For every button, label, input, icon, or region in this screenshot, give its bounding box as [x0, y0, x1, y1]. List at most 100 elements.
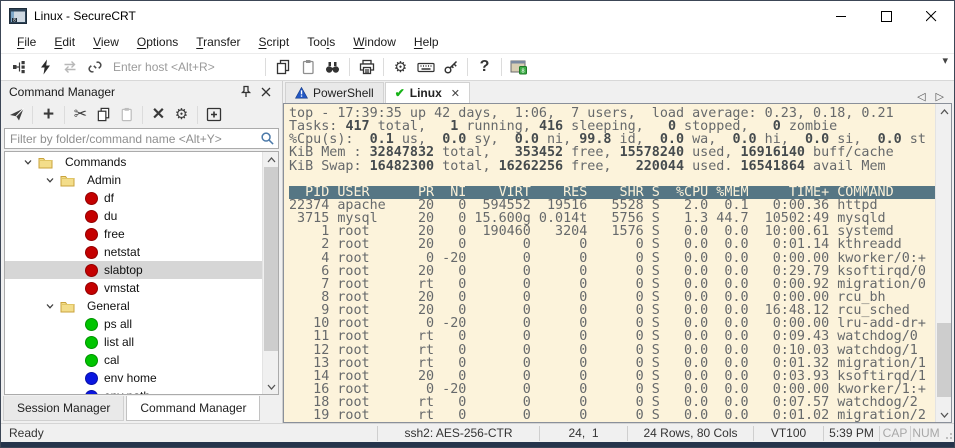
app-window: 8 Linux - SecureCRT FileEditViewOptionsT…	[0, 0, 955, 448]
tree-item-list-all[interactable]: list all	[5, 333, 262, 351]
svg-text:8: 8	[521, 68, 524, 74]
command-manager-panel: Command Manager + ✂	[1, 81, 283, 423]
host-input[interactable]	[111, 59, 261, 75]
folder-icon	[38, 156, 59, 169]
terminal-line: KiB Swap: 16482300 total, 16262256 free,…	[289, 160, 935, 173]
tree-item-env-home[interactable]: env home	[5, 369, 262, 387]
tree-item-Commands[interactable]: Commands	[5, 153, 262, 171]
menu-transfer[interactable]: Transfer	[187, 32, 249, 52]
print-icon[interactable]	[354, 56, 379, 79]
tree-item-df[interactable]: df	[5, 189, 262, 207]
tab-command-manager[interactable]: Command Manager	[126, 396, 260, 421]
tree-item-label: General	[81, 299, 130, 313]
new-folder-icon[interactable]	[202, 104, 225, 125]
menu-bar: FileEditViewOptionsTransferScriptToolsWi…	[1, 31, 954, 53]
folder-icon	[60, 300, 81, 313]
scroll-down-icon[interactable]	[936, 407, 952, 422]
minimize-button[interactable]	[819, 1, 864, 31]
tree-item-free[interactable]: free	[5, 225, 262, 243]
tab-label: Linux	[410, 86, 442, 100]
secure-app-icon[interactable]: 8	[506, 56, 531, 79]
tab-scroll-left-icon[interactable]: ◁	[917, 90, 925, 103]
process-row: 13 root rt 0 0 0 0 S 0.0 0.0 0:01.32 mig…	[289, 357, 935, 370]
command-dot-icon	[85, 282, 98, 295]
tree-item-vmstat[interactable]: vmstat	[5, 279, 262, 297]
menu-file[interactable]: File	[8, 32, 45, 52]
tree-item-Admin[interactable]: Admin	[5, 171, 262, 189]
close-button[interactable]	[909, 1, 954, 31]
toolbar-separator	[265, 58, 266, 76]
scrollbar-thumb[interactable]	[937, 323, 951, 396]
tab-linux[interactable]: ✔ Linux ✕	[385, 82, 470, 103]
disconnect-icon[interactable]	[82, 56, 107, 79]
session-manager-icon[interactable]	[7, 56, 32, 79]
menu-help[interactable]: Help	[405, 32, 448, 52]
find-icon[interactable]	[320, 56, 345, 79]
panel-toolbar: + ✂ ✕ ⚙	[1, 102, 282, 127]
toolbar-overflow-icon[interactable]: ▾	[942, 54, 948, 67]
filter-input[interactable]	[5, 132, 256, 146]
scrollbar-thumb[interactable]	[264, 167, 278, 351]
send-icon[interactable]	[5, 104, 28, 125]
cut-icon[interactable]: ✂	[69, 104, 92, 125]
resize-grip[interactable]	[941, 426, 954, 441]
tab-session-manager[interactable]: Session Manager	[3, 396, 124, 421]
tree-item-netstat[interactable]: netstat	[5, 243, 262, 261]
tab-close-icon[interactable]: ✕	[451, 87, 460, 100]
terminal-scrollbar[interactable]	[935, 104, 951, 422]
panel-close-icon[interactable]	[256, 83, 276, 101]
session-tab-bar: PowerShell ✔ Linux ✕ ◁ ▷	[283, 81, 952, 103]
paste-icon[interactable]	[295, 56, 320, 79]
command-tree[interactable]: CommandsAdmin df du free netstatslabtop vmsta…	[4, 151, 279, 395]
tree-item-label: env home	[98, 371, 157, 385]
tab-scroll-right-icon[interactable]: ▷	[936, 90, 944, 103]
key-icon[interactable]	[438, 56, 463, 79]
pin-icon[interactable]	[236, 83, 256, 101]
reconnect-icon[interactable]	[57, 56, 82, 79]
tree-item-ps-all[interactable]: ps all	[5, 315, 262, 333]
chevron-down-icon[interactable]	[39, 175, 60, 185]
menu-script[interactable]: Script	[250, 32, 299, 52]
tree-item-General[interactable]: General	[5, 297, 262, 315]
terminal-screen[interactable]: top - 17:39:35 up 42 days, 1:06, 7 users…	[284, 104, 935, 422]
properties-gear-icon[interactable]: ⚙	[170, 104, 193, 125]
menu-window[interactable]: Window	[344, 32, 405, 52]
search-icon[interactable]	[256, 131, 278, 146]
command-dot-icon	[85, 318, 98, 331]
chevron-down-icon[interactable]	[39, 301, 60, 311]
window-title: Linux - SecureCRT	[34, 9, 136, 23]
menu-view[interactable]: View	[84, 32, 128, 52]
help-icon[interactable]: ?	[472, 56, 497, 79]
maximize-button[interactable]	[864, 1, 909, 31]
delete-icon[interactable]: ✕	[147, 104, 170, 125]
status-cell: VT100	[753, 426, 823, 441]
tab-powershell[interactable]: PowerShell	[285, 82, 384, 103]
terminal-area: top - 17:39:35 up 42 days, 1:06, 7 users…	[283, 103, 952, 423]
copy-icon[interactable]	[270, 56, 295, 79]
tree-item-label: free	[98, 227, 125, 241]
copy-icon[interactable]	[92, 104, 115, 125]
keymap-keyboard-icon[interactable]	[413, 56, 438, 79]
process-row: 12 root rt 0 0 0 0 S 0.0 0.0 0:10.03 wat…	[289, 344, 935, 357]
add-command-icon[interactable]: +	[37, 104, 60, 125]
gear-icon[interactable]: ⚙	[388, 56, 413, 79]
scroll-up-icon[interactable]	[936, 104, 952, 119]
scroll-up-icon[interactable]	[263, 152, 279, 167]
tree-item-cal[interactable]: cal	[5, 351, 262, 369]
menu-edit[interactable]: Edit	[45, 32, 84, 52]
tree-item-label: vmstat	[98, 281, 139, 295]
tree-scrollbar[interactable]	[262, 152, 278, 394]
tree-item-env-path[interactable]: env path	[5, 387, 262, 395]
toolbar-separator	[501, 58, 502, 76]
tree-item-du[interactable]: du	[5, 207, 262, 225]
menu-options[interactable]: Options	[128, 32, 187, 52]
tree-item-label: df	[98, 191, 114, 205]
scroll-down-icon[interactable]	[263, 379, 279, 394]
quick-connect-icon[interactable]	[32, 56, 57, 79]
status-cell: ssh2: AES-256-CTR	[377, 426, 539, 441]
menu-tools[interactable]: Tools	[298, 32, 344, 52]
chevron-down-icon[interactable]	[17, 157, 38, 167]
paste-icon[interactable]	[115, 104, 138, 125]
tree-item-slabtop[interactable]: slabtop	[5, 261, 262, 279]
terminal-line	[289, 173, 935, 186]
